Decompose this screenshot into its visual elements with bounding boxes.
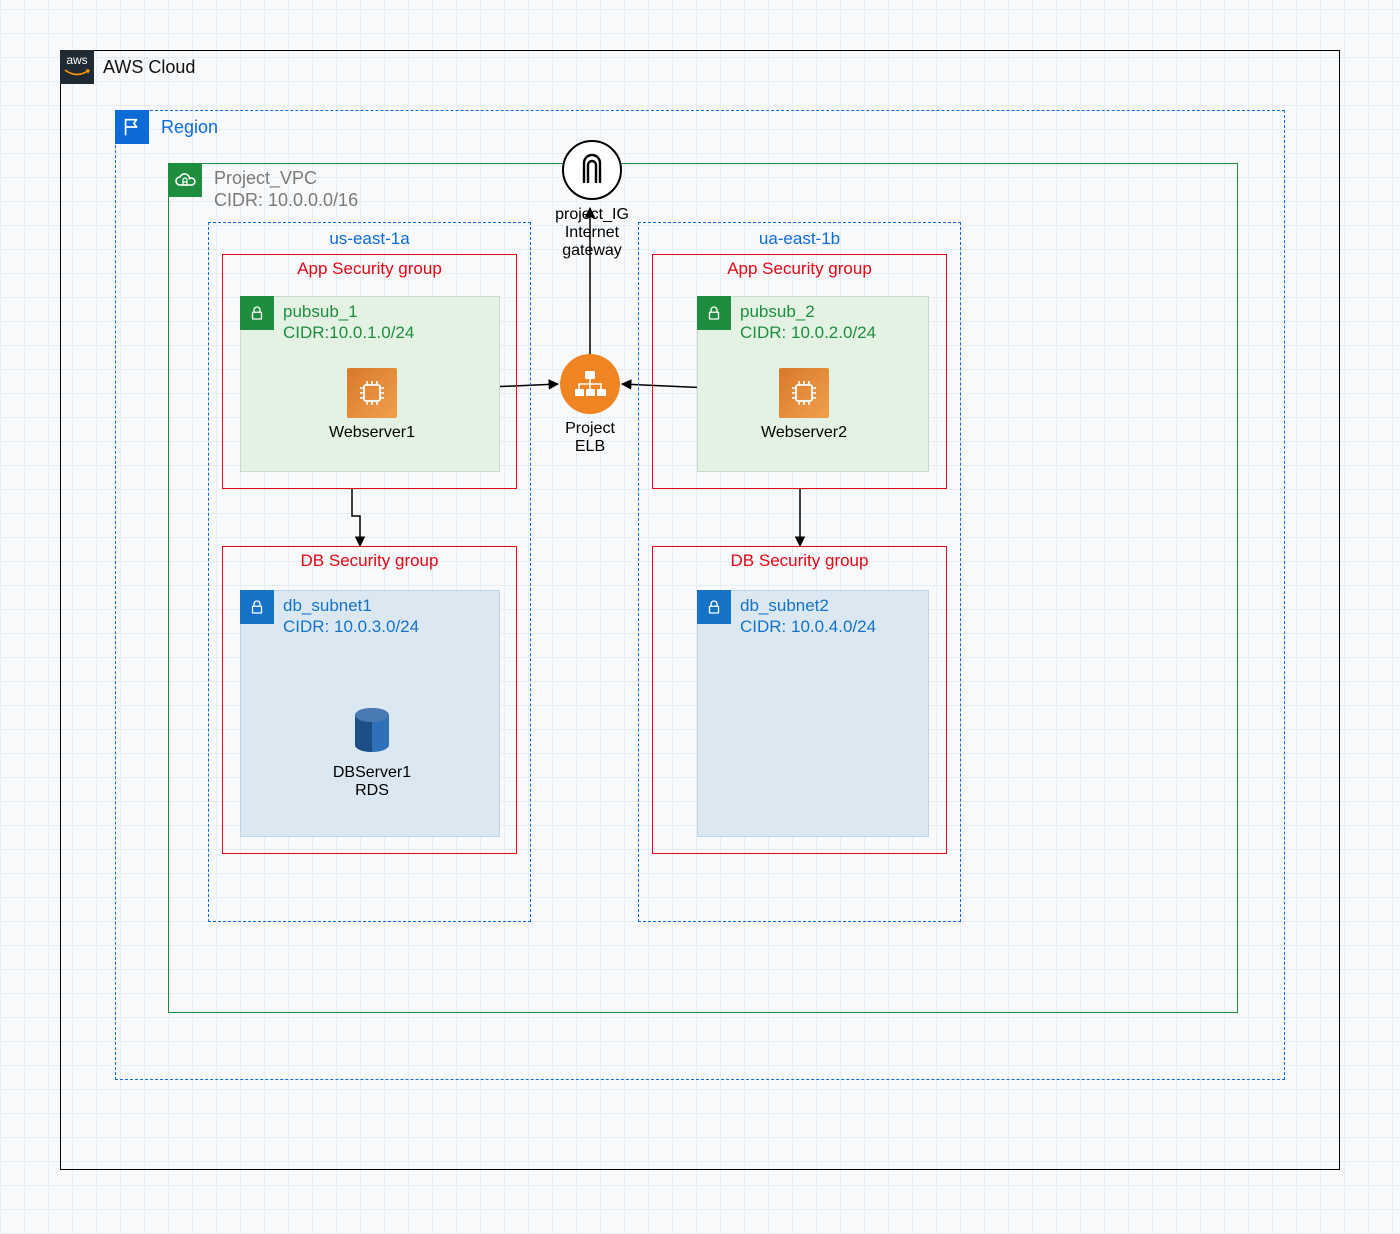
db-sg-a-label: DB Security group xyxy=(223,551,516,571)
vpc-cidr: CIDR: 10.0.0.0/16 xyxy=(214,190,358,210)
webserver-1: Webserver1 xyxy=(317,368,427,442)
app-sg-b-label: App Security group xyxy=(653,259,946,279)
az-b-label: ua-east-1b xyxy=(639,229,960,249)
dbsub2-cidr: CIDR: 10.0.4.0/24 xyxy=(740,617,876,636)
vpc-label: Project_VPC CIDR: 10.0.0.0/16 xyxy=(214,168,358,211)
lock-icon xyxy=(697,296,731,330)
aws-logo-icon: aws xyxy=(60,50,94,84)
aws-cloud-label: AWS Cloud xyxy=(103,57,195,78)
pubsub1-cidr: CIDR:10.0.1.0/24 xyxy=(283,323,414,342)
lock-icon xyxy=(240,590,274,624)
lock-icon xyxy=(697,590,731,624)
db1-sub: RDS xyxy=(312,782,432,800)
db-sg-b-label: DB Security group xyxy=(653,551,946,571)
elastic-load-balancer: Project ELB xyxy=(550,354,630,456)
dbsub1-cidr: CIDR: 10.0.3.0/24 xyxy=(283,617,419,636)
db-server-1: DBServer1 RDS xyxy=(312,706,432,800)
ec2-instance-icon xyxy=(779,368,829,418)
pubsub2-name: pubsub_2 xyxy=(740,302,815,321)
dbsub2-label: db_subnet2 CIDR: 10.0.4.0/24 xyxy=(740,595,876,638)
dbsub1-name: db_subnet1 xyxy=(283,596,372,615)
ws1-name: Webserver1 xyxy=(317,424,427,442)
dbsub1-label: db_subnet1 CIDR: 10.0.3.0/24 xyxy=(283,595,419,638)
pubsub1-label: pubsub_1 CIDR:10.0.1.0/24 xyxy=(283,301,414,344)
lock-icon xyxy=(240,296,274,330)
aws-logo-text: aws xyxy=(66,53,87,67)
ec2-instance-icon xyxy=(347,368,397,418)
db1-name: DBServer1 xyxy=(312,764,432,782)
pubsub2-label: pubsub_2 CIDR: 10.0.2.0/24 xyxy=(740,301,876,344)
elb-name: Project ELB xyxy=(550,420,630,456)
vpc-cloud-icon xyxy=(168,163,202,197)
rds-database-icon xyxy=(351,706,393,758)
webserver-2: Webserver2 xyxy=(749,368,859,442)
region-label: Region xyxy=(161,117,218,138)
vpc-name: Project_VPC xyxy=(214,168,317,188)
pubsub2-cidr: CIDR: 10.0.2.0/24 xyxy=(740,323,876,342)
ws2-name: Webserver2 xyxy=(749,424,859,442)
internet-gateway: project_IG Internet gateway xyxy=(542,140,642,260)
db-subnet-2: db_subnet2 CIDR: 10.0.4.0/24 xyxy=(697,590,929,837)
app-sg-a-label: App Security group xyxy=(223,259,516,279)
region-flag-icon xyxy=(115,110,149,144)
elb-icon xyxy=(560,354,620,414)
dbsub2-name: db_subnet2 xyxy=(740,596,829,615)
internet-gateway-icon xyxy=(562,140,622,200)
ig-sub: Internet gateway xyxy=(542,224,642,260)
ig-name: project_IG xyxy=(542,206,642,224)
pubsub1-name: pubsub_1 xyxy=(283,302,358,321)
az-a-label: us-east-1a xyxy=(209,229,530,249)
